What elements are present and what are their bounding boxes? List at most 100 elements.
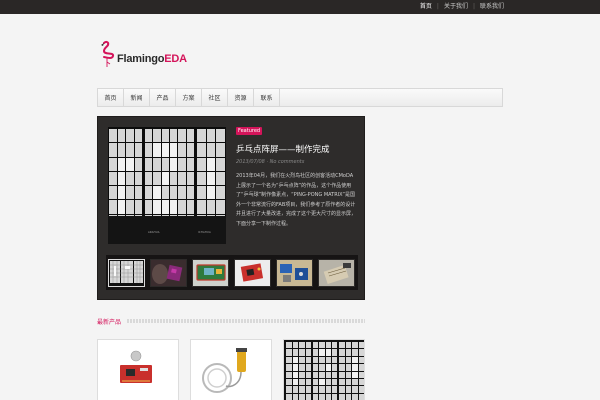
matrix-cell <box>331 342 337 349</box>
matrix-cell <box>117 157 125 171</box>
matrix-cell <box>352 342 358 349</box>
matrix-cell <box>134 186 142 200</box>
matrix-cell <box>331 364 337 371</box>
flamingo-logo-icon <box>101 40 115 67</box>
matrix-cell <box>299 393 305 400</box>
matrix-cell <box>325 378 331 386</box>
matrix-cell <box>325 356 331 364</box>
featured-badge: Featured <box>236 127 263 135</box>
section-divider <box>127 319 365 323</box>
matrix-cell <box>319 386 325 393</box>
matrix-cell <box>186 171 194 185</box>
matrix-cell <box>305 378 311 386</box>
matrix-cell <box>117 186 125 200</box>
thumbnail-green-board[interactable] <box>192 258 229 287</box>
product-card-dev-board[interactable] <box>97 339 179 400</box>
top-nav-home[interactable]: 首页 <box>420 0 432 14</box>
matrix-cell <box>313 371 319 378</box>
matrix-cell <box>331 386 337 393</box>
matrix-cell <box>292 342 298 349</box>
photoelectric-sensor-image <box>191 340 271 400</box>
matrix-cell <box>109 200 117 214</box>
top-nav-separator: | <box>436 3 439 10</box>
matrix-cell <box>109 129 117 143</box>
menu-item-news[interactable]: 新闻 <box>124 89 150 106</box>
matrix-cell <box>325 393 331 400</box>
matrix-cell <box>292 378 298 386</box>
thumbnail-purple-board[interactable] <box>150 258 187 287</box>
top-nav-contact[interactable]: 联系我们 <box>480 0 504 14</box>
menu-item-contact[interactable]: 联系 <box>254 89 280 106</box>
matrix-cell <box>109 157 117 171</box>
product-card-pingpong-matrix[interactable] <box>283 339 365 400</box>
matrix-cell <box>345 393 351 400</box>
matrix-cell <box>325 349 331 356</box>
matrix-cell <box>299 356 305 364</box>
matrix-cell <box>319 349 325 356</box>
thumbnail-pcb-workbench[interactable] <box>318 258 355 287</box>
product-card-photoelectric-sensor[interactable] <box>190 339 272 400</box>
matrix-cell <box>206 157 216 171</box>
site-logo[interactable]: FlamingoEDA <box>97 40 187 68</box>
matrix-cell <box>358 364 364 371</box>
matrix-cell <box>145 171 153 185</box>
matrix-cell <box>319 371 325 378</box>
thumbnail-blue-components[interactable] <box>276 258 313 287</box>
menu-item-community[interactable]: 社区 <box>202 89 228 106</box>
matrix-cell <box>339 378 345 386</box>
matrix-cell <box>339 342 345 349</box>
matrix-panel <box>339 342 364 400</box>
matrix-cell <box>331 378 337 386</box>
matrix-cell <box>352 371 358 378</box>
matrix-cell <box>117 171 125 185</box>
matrix-cell <box>286 364 292 371</box>
matrix-cell <box>345 364 351 371</box>
matrix-cell <box>197 143 206 157</box>
matrix-cell <box>216 171 225 185</box>
matrix-cell <box>292 393 298 400</box>
menu-item-products[interactable]: 产品 <box>150 89 176 106</box>
matrix-cell <box>178 157 186 171</box>
matrix-cell <box>339 356 345 364</box>
matrix-cell <box>319 378 325 386</box>
matrix-cell <box>305 371 311 378</box>
menu-item-home[interactable]: 首页 <box>98 89 124 106</box>
thumbnail-red-board[interactable] <box>234 258 271 287</box>
matrix-cell <box>145 143 153 157</box>
matrix-cell <box>345 356 351 364</box>
featured-post-title[interactable]: 乒乓点阵屏——制作完成 <box>236 143 330 155</box>
matrix-panel <box>286 342 311 400</box>
matrix-cell <box>206 143 216 157</box>
matrix-cell <box>313 393 319 400</box>
top-nav-about[interactable]: 关于我们 <box>444 0 468 14</box>
menu-item-solutions[interactable]: 方案 <box>176 89 202 106</box>
matrix-cell <box>186 129 194 143</box>
matrix-panel <box>313 342 337 400</box>
matrix-cell <box>216 129 225 143</box>
matrix-cell <box>299 386 305 393</box>
matrix-cell <box>319 342 325 349</box>
matrix-cell <box>345 378 351 386</box>
featured-post-excerpt: 2013年04月，我们在火烈鸟社区的创客活动CMoDA上展示了一个名为“乒乓点阵… <box>236 173 357 227</box>
matrix-cell <box>313 378 319 386</box>
thumbnail-pingpong-matrix[interactable] <box>108 258 145 287</box>
matrix-cell <box>206 186 216 200</box>
matrix-cell <box>161 200 169 214</box>
section-title: 最新产品 <box>97 318 122 326</box>
matrix-cell <box>134 157 142 171</box>
matrix-cell <box>153 200 161 214</box>
matrix-cell <box>352 386 358 393</box>
matrix-cell <box>197 157 206 171</box>
matrix-cell <box>331 393 337 400</box>
menu-item-resources[interactable]: 资源 <box>228 89 254 106</box>
featured-image[interactable]: ARAHUA ICHAHUA <box>108 127 226 244</box>
matrix-cell <box>299 371 305 378</box>
matrix-cell <box>216 200 225 214</box>
featured-post-meta: 2013/07/08 · No comments <box>236 159 305 165</box>
matrix-cell <box>109 171 117 185</box>
matrix-cell <box>126 171 134 185</box>
matrix-cell <box>352 378 358 386</box>
matrix-panel-base <box>108 216 226 244</box>
matrix-cell <box>319 393 325 400</box>
matrix-cell <box>358 356 364 364</box>
